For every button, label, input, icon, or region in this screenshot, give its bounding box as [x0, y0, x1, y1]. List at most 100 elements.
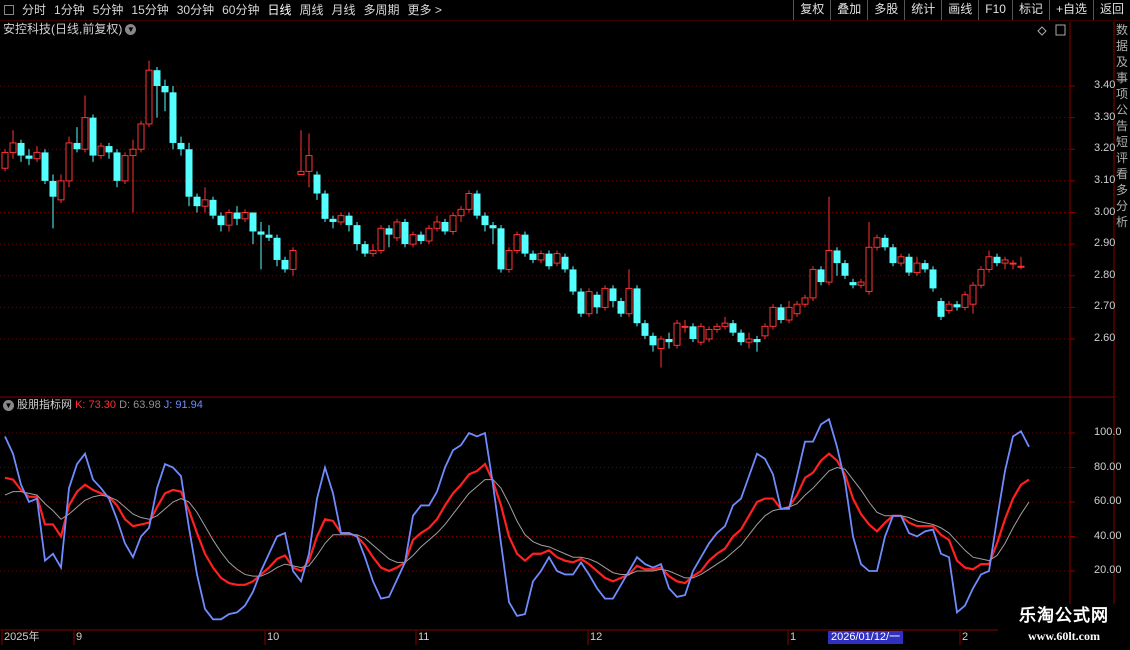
- candle-body: [289, 249, 297, 270]
- candle-body: [817, 269, 825, 283]
- candle-body: [713, 325, 721, 331]
- candle-body: [985, 256, 993, 270]
- candle-body: [833, 250, 841, 264]
- candle-body: [105, 146, 113, 153]
- candle-body: [601, 287, 609, 308]
- candle-body: [161, 86, 169, 93]
- candle-body: [785, 306, 793, 321]
- candle-body: [313, 174, 321, 194]
- candle-body: [809, 268, 817, 299]
- y-tick-label: 3.10: [1094, 173, 1116, 186]
- candle-body: [721, 322, 729, 327]
- candle-body: [209, 199, 217, 216]
- candle-body: [41, 152, 49, 181]
- candle-body: [145, 69, 153, 125]
- candle-body: [857, 281, 865, 286]
- candle-body: [1, 151, 9, 169]
- candle-body: [457, 208, 465, 217]
- candle-body: [977, 268, 985, 286]
- watermark-url: www.60lt.com: [1028, 629, 1100, 643]
- candle-body: [393, 221, 401, 239]
- candle-body: [889, 247, 897, 264]
- candle-body: [569, 269, 577, 292]
- candle-body: [937, 301, 945, 317]
- series-line-k: [4, 452, 1030, 586]
- candle-body: [185, 149, 193, 197]
- candle-body: [417, 234, 425, 241]
- candle-body: [769, 306, 777, 327]
- x-tick-label: 2: [962, 631, 969, 643]
- candle-body: [57, 180, 65, 201]
- candle-body: [425, 227, 433, 242]
- candle-body: [841, 263, 849, 276]
- x-tick-label: 10: [267, 631, 280, 643]
- y-tick-label: 3.30: [1094, 110, 1116, 123]
- candle-body: [593, 294, 601, 308]
- candle-body: [497, 228, 505, 270]
- y-tick-label: 2.80: [1094, 268, 1116, 281]
- candle-body: [945, 303, 953, 312]
- candle-body: [113, 152, 121, 181]
- candle-body: [521, 234, 529, 254]
- candle-body: [625, 287, 633, 315]
- candle-body: [649, 335, 657, 346]
- candle-body: [921, 263, 929, 270]
- candle-body: [745, 338, 753, 343]
- y-tick-label: 2.90: [1094, 237, 1116, 250]
- candle-body: [17, 142, 25, 156]
- candle-body: [481, 215, 489, 226]
- candle-body: [241, 212, 249, 220]
- candle-body: [121, 155, 129, 182]
- candle-body: [265, 234, 273, 238]
- candle-body: [801, 297, 809, 305]
- y-tick-label: 3.40: [1094, 79, 1116, 91]
- candle-body: [129, 148, 137, 157]
- candle-body: [993, 256, 1001, 264]
- candle-body: [25, 155, 33, 159]
- candle-body: [777, 307, 785, 321]
- candle-body: [249, 212, 257, 232]
- candle-body: [1017, 265, 1025, 268]
- candle-body: [505, 249, 513, 270]
- candle-body: [465, 193, 473, 210]
- candle-body: [753, 339, 761, 343]
- candle-body: [385, 228, 393, 235]
- candle-body: [705, 329, 713, 340]
- candle-body: [929, 269, 937, 289]
- x-tick-label: 12: [590, 631, 603, 643]
- y-tick-label: 2.70: [1094, 300, 1116, 313]
- x-tick-label: 1: [790, 631, 797, 643]
- candle-body: [137, 123, 145, 150]
- candle-body: [49, 180, 57, 197]
- candle-body: [657, 338, 665, 349]
- y-tick-label: 3.20: [1094, 142, 1116, 155]
- chart-canvas[interactable]: [0, 0, 1130, 650]
- candle-body: [561, 256, 569, 270]
- candle-body: [201, 199, 209, 207]
- candle-body: [433, 221, 441, 229]
- candle-body: [361, 244, 369, 254]
- candle-body: [673, 322, 681, 346]
- candle-body: [665, 339, 673, 343]
- candle-body: [281, 259, 289, 270]
- candle-body: [81, 117, 89, 150]
- candle-body: [73, 142, 81, 150]
- candle-body: [681, 325, 689, 328]
- candle-body: [545, 253, 553, 267]
- candle-body: [633, 288, 641, 324]
- candle-body: [65, 142, 73, 182]
- candle-body: [273, 237, 281, 260]
- candle-body: [321, 193, 329, 219]
- candle-body: [345, 215, 353, 226]
- x-tick-label: 9: [76, 631, 83, 643]
- candle-body: [609, 288, 617, 302]
- series-line-j: [4, 417, 1030, 621]
- candle-body: [89, 117, 97, 156]
- candle-body: [577, 291, 585, 314]
- candle-body: [217, 215, 225, 226]
- candle-body: [897, 256, 905, 264]
- candle-body: [585, 291, 593, 315]
- candle-body: [257, 231, 265, 235]
- candle-body: [449, 215, 457, 232]
- side-panel-tabs[interactable]: 数据及事项公告短评看多分析: [1114, 22, 1130, 582]
